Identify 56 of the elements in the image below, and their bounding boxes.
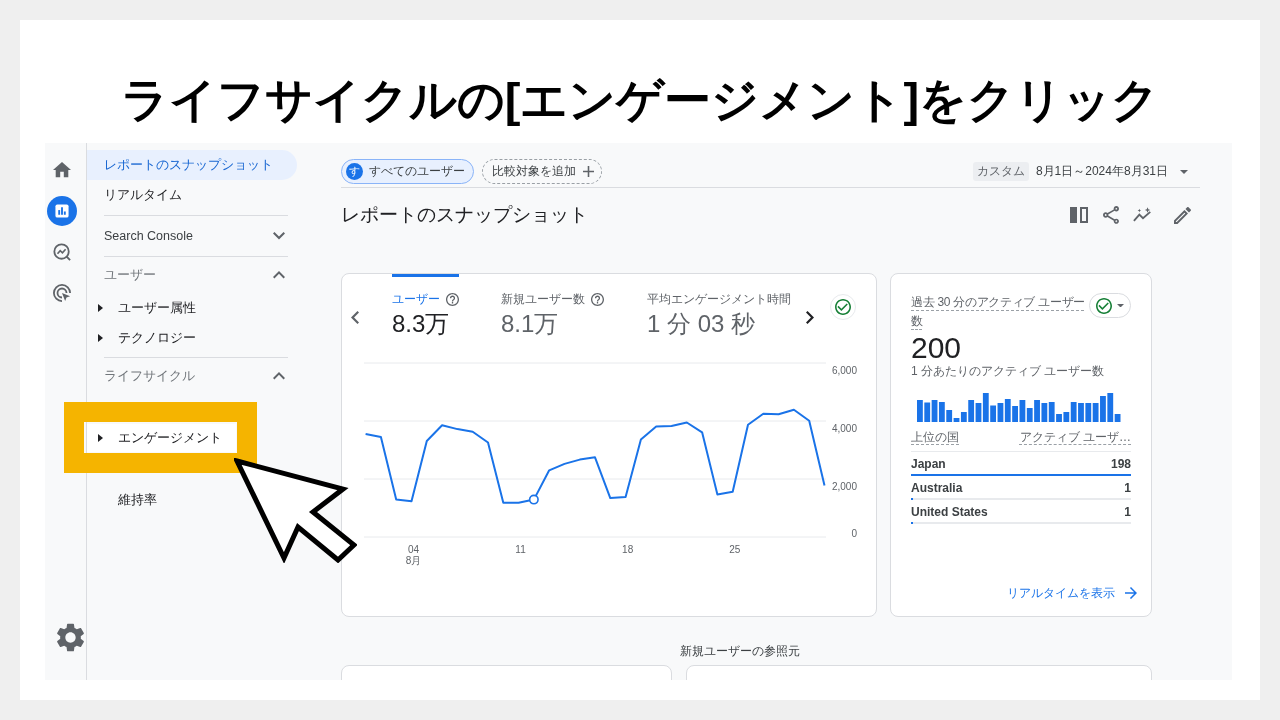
section-title: 新規ユーザーの参照元 [680, 644, 800, 658]
page-title: レポートのスナップショット [341, 203, 589, 227]
hover-point-marker [528, 494, 539, 505]
axis-label: 6,000 [831, 364, 857, 376]
share-icon[interactable] [1103, 206, 1119, 224]
section-header[interactable]: ライフサイクル [87, 358, 301, 394]
arrow-right-icon [1125, 587, 1137, 599]
column-header: 上位の国 [911, 429, 959, 445]
table-cell: Australia [911, 480, 963, 496]
axis-label: 25 [729, 544, 741, 555]
axis-label: 11 [515, 544, 526, 555]
metric-tab[interactable]: 平均エンゲージメント時間 1 分 03 秒 [647, 274, 791, 338]
segment-avatar: す [346, 163, 363, 180]
metric-caption: 1 分あたりのアクティブ ユーザー数 [911, 364, 1106, 378]
nav-item[interactable]: テクノロジー [87, 323, 210, 353]
axis-label: 18 [622, 544, 634, 555]
card-title: 過去 30 分のアクティブ ユーザー数 [911, 294, 1086, 330]
metric-tab[interactable]: 新規ユーザー数 8.1万 [501, 274, 604, 338]
table-cell: 1 [1124, 504, 1131, 520]
axis-label: 4,000 [831, 422, 857, 434]
caret-icon [1180, 169, 1188, 174]
target-pointer-icon[interactable] [53, 283, 71, 302]
chevron-left-icon[interactable] [351, 311, 359, 324]
caret-icon [1117, 303, 1124, 308]
nav-item[interactable]: 維持率 [87, 485, 171, 515]
nav-item[interactable]: レポートのスナップショット [87, 150, 297, 180]
columns-icon[interactable] [1070, 207, 1088, 223]
section-header[interactable]: Search Console [87, 218, 301, 254]
axis-label: 8月 [405, 555, 422, 566]
segment-chip[interactable]: す すべてのユーザー [341, 159, 474, 184]
settings-icon[interactable] [57, 623, 84, 652]
nav-item[interactable]: ユーザー属性 [87, 293, 210, 323]
home-icon[interactable] [53, 160, 71, 179]
plus-icon [583, 166, 594, 177]
metric-tab[interactable]: ユーザー 8.3万 [392, 274, 459, 338]
axis-label: 04 [407, 544, 420, 555]
view-realtime-link[interactable]: リアルタイムを表示 [1007, 585, 1137, 601]
table-cell: 1 [1124, 480, 1131, 496]
edit-icon[interactable] [1174, 206, 1191, 224]
table-cell: United States [911, 504, 988, 520]
axis-label: 0 [851, 527, 857, 539]
trend-magnifier-icon[interactable] [53, 242, 71, 261]
nav-item[interactable]: リアルタイム [87, 180, 297, 210]
sparkle-chart-icon[interactable] [1133, 207, 1153, 223]
chevron-right-icon[interactable] [806, 311, 814, 324]
section-header[interactable]: ユーザー [87, 257, 301, 293]
column-header: アクティブ ユーザ… [1019, 429, 1131, 445]
date-preset-label: カスタム [972, 162, 1029, 181]
date-range-picker[interactable]: 8月1日～2024年8月31日 [1035, 163, 1188, 180]
table-cell: 198 [1110, 456, 1131, 472]
nav-item[interactable]: エンゲージメント [87, 424, 236, 452]
slide-title: ライフサイクルの[エンゲージメント]をクリック [120, 72, 1160, 128]
axis-label: 2,000 [831, 480, 857, 492]
bar-chart-icon[interactable] [47, 195, 77, 226]
metric-value: 200 [911, 331, 963, 364]
table-cell: Japan [911, 456, 946, 472]
